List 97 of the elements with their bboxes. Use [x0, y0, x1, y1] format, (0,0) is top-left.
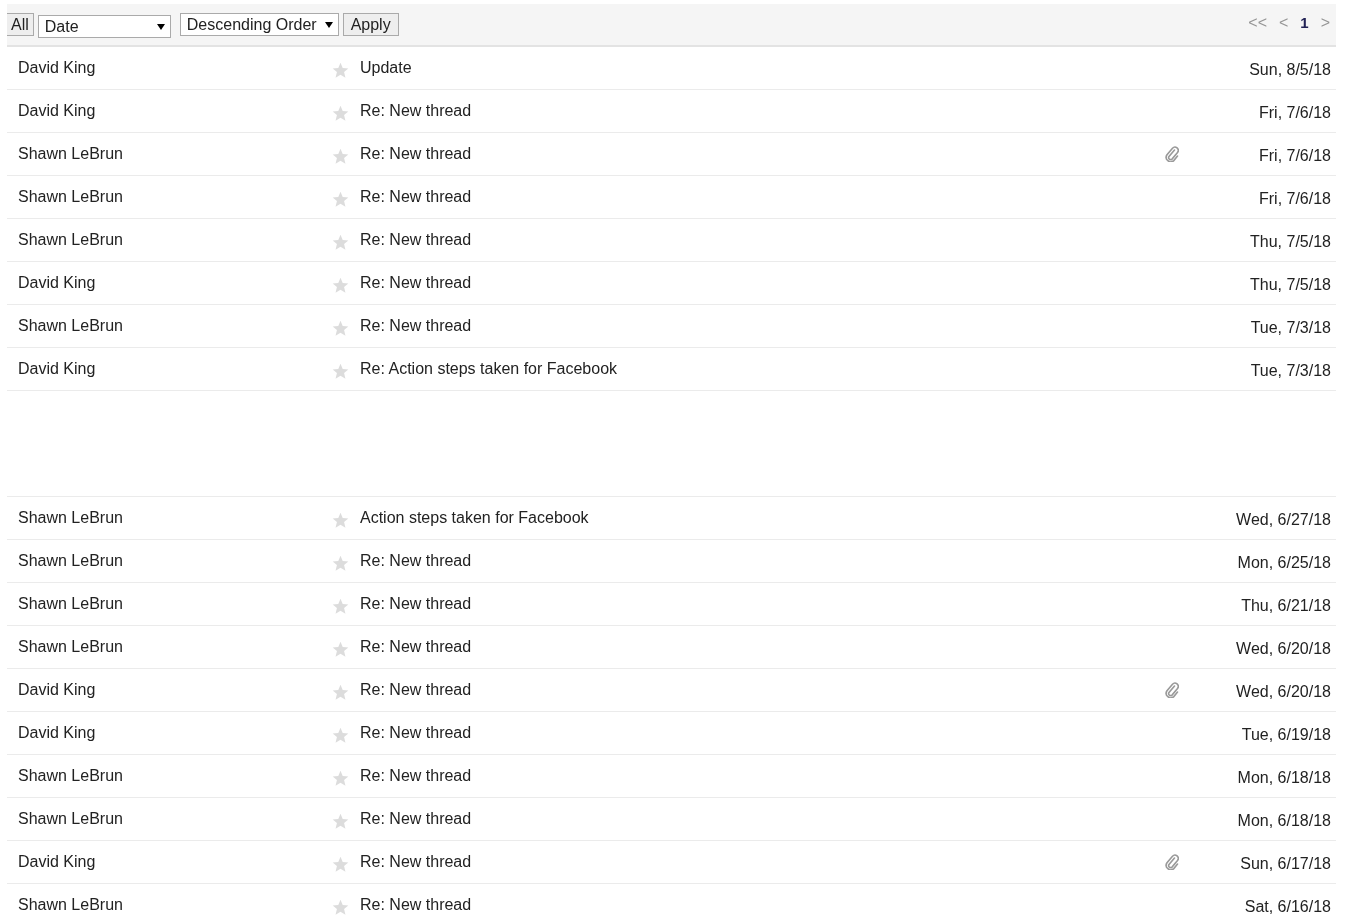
- email-subject: Re: New thread: [360, 595, 473, 613]
- star-icon[interactable]: [332, 233, 349, 251]
- email-date: Tue, 7/3/18: [1249, 319, 1331, 337]
- email-date: Fri, 7/6/18: [1257, 190, 1331, 208]
- email-date: Thu, 6/21/18: [1240, 597, 1331, 615]
- email-row[interactable]: Shawn LeBrun Re: New thread Mon, 6/25/18: [7, 540, 1336, 583]
- email-sender: Shawn LeBrun: [18, 810, 124, 828]
- email-subject: Re: New thread: [360, 896, 473, 914]
- star-icon[interactable]: [332, 190, 349, 208]
- email-date: Fri, 7/6/18: [1257, 104, 1331, 122]
- star-icon[interactable]: [332, 61, 349, 79]
- email-row[interactable]: David King Re: New thread Wed, 6/20/18: [7, 669, 1336, 712]
- email-sender: Shawn LeBrun: [18, 767, 124, 785]
- email-subject: Re: New thread: [360, 724, 473, 742]
- email-date: Wed, 6/20/18: [1235, 640, 1331, 658]
- email-sender: Shawn LeBrun: [18, 509, 124, 527]
- email-date: Tue, 7/3/18: [1249, 362, 1331, 380]
- email-sender: Shawn LeBrun: [18, 595, 124, 613]
- star-icon[interactable]: [332, 769, 349, 787]
- star-icon[interactable]: [332, 511, 349, 529]
- email-date: Sat, 6/16/18: [1243, 898, 1331, 916]
- email-subject: Re: New thread: [360, 638, 473, 656]
- email-row[interactable]: David King Re: New thread Tue, 6/19/18: [7, 712, 1336, 755]
- email-subject: Update: [360, 59, 413, 77]
- email-date: Thu, 7/5/18: [1249, 276, 1331, 294]
- email-sender: Shawn LeBrun: [18, 638, 124, 656]
- email-date: Sun, 6/17/18: [1239, 855, 1331, 873]
- email-date: Mon, 6/25/18: [1236, 554, 1331, 572]
- email-date: Mon, 6/18/18: [1236, 769, 1331, 787]
- star-icon[interactable]: [332, 812, 349, 830]
- email-date: Fri, 7/6/18: [1257, 147, 1331, 165]
- email-row[interactable]: David King Re: New thread Fri, 7/6/18: [7, 90, 1336, 133]
- email-sender: Shawn LeBrun: [18, 317, 124, 335]
- email-row[interactable]: Shawn LeBrun Re: New thread Mon, 6/18/18: [7, 755, 1336, 798]
- email-sender: Shawn LeBrun: [18, 188, 124, 206]
- star-icon[interactable]: [332, 683, 349, 701]
- email-date: Sun, 8/5/18: [1248, 61, 1331, 79]
- email-row[interactable]: Shawn LeBrun Re: New thread Tue, 7/3/18: [7, 305, 1336, 348]
- email-subject: Re: New thread: [360, 681, 473, 699]
- email-sender: David King: [18, 724, 97, 742]
- email-row[interactable]: Shawn LeBrun Re: New thread Fri, 7/6/18: [7, 176, 1336, 219]
- email-sender: David King: [18, 853, 97, 871]
- star-icon[interactable]: [332, 362, 349, 380]
- sort-field-dropdown[interactable]: Date: [37, 15, 171, 38]
- email-subject: Action steps taken for Facebook: [360, 509, 590, 527]
- star-icon[interactable]: [332, 640, 349, 658]
- email-row[interactable]: David King Re: New thread Thu, 7/5/18: [7, 262, 1336, 305]
- email-subject: Re: New thread: [360, 810, 473, 828]
- email-row[interactable]: Shawn LeBrun Re: New thread Sat, 6/16/18: [7, 884, 1336, 916]
- email-subject: Re: New thread: [360, 145, 473, 163]
- email-date: Mon, 6/18/18: [1236, 812, 1331, 830]
- email-date: Tue, 6/19/18: [1240, 726, 1331, 744]
- star-icon[interactable]: [332, 597, 349, 615]
- email-row[interactable]: David King Update Sun, 8/5/18: [7, 47, 1336, 90]
- email-row[interactable]: Shawn LeBrun Re: New thread Wed, 6/20/18: [7, 626, 1336, 669]
- select-all-button[interactable]: All: [7, 13, 34, 36]
- email-date: Wed, 6/20/18: [1235, 683, 1331, 701]
- email-subject: Re: New thread: [360, 231, 473, 249]
- caret-icon: [324, 21, 333, 28]
- star-icon[interactable]: [332, 898, 349, 916]
- email-row[interactable]: Shawn LeBrun Action steps taken for Facebook Wed, 6/27/18: [7, 496, 1336, 540]
- email-subject: Re: New thread: [360, 102, 473, 120]
- sort-order-dropdown[interactable]: Descending Order: [179, 13, 339, 36]
- email-row[interactable]: Shawn LeBrun Re: New thread Fri, 7/6/18: [7, 133, 1336, 176]
- email-row[interactable]: David King Re: Action steps taken for Facebook Tue, 7/3/18: [7, 348, 1336, 391]
- star-icon[interactable]: [332, 554, 349, 572]
- email-row[interactable]: Shawn LeBrun Re: New thread Thu, 6/21/18: [7, 583, 1336, 626]
- email-sender: Shawn LeBrun: [18, 896, 124, 914]
- caret-icon: [156, 23, 165, 30]
- email-date: Thu, 7/5/18: [1249, 233, 1331, 251]
- apply-button[interactable]: Apply: [342, 13, 399, 36]
- email-subject: Re: New thread: [360, 853, 473, 871]
- email-sender: David King: [18, 59, 97, 77]
- email-subject: Re: New thread: [360, 188, 473, 206]
- star-icon[interactable]: [332, 319, 349, 337]
- star-icon[interactable]: [332, 276, 349, 294]
- email-sender: David King: [18, 102, 97, 120]
- email-subject: Re: New thread: [360, 317, 473, 335]
- email-sender: Shawn LeBrun: [18, 552, 124, 570]
- email-date: Wed, 6/27/18: [1235, 511, 1331, 529]
- email-subject: Re: New thread: [360, 767, 473, 785]
- email-sender: David King: [18, 360, 97, 378]
- page-number[interactable]: 1: [1300, 14, 1309, 31]
- email-subject: Re: New thread: [360, 552, 473, 570]
- email-row[interactable]: Shawn LeBrun Re: New thread Mon, 6/18/18: [7, 798, 1336, 841]
- star-icon[interactable]: [332, 104, 349, 122]
- email-sender: Shawn LeBrun: [18, 231, 124, 249]
- email-sender: David King: [18, 274, 97, 292]
- email-sender: David King: [18, 681, 97, 699]
- star-icon[interactable]: [332, 855, 349, 873]
- star-icon[interactable]: [332, 726, 349, 744]
- star-icon[interactable]: [332, 147, 349, 165]
- email-row[interactable]: Shawn LeBrun Re: New thread Thu, 7/5/18: [7, 219, 1336, 262]
- email-subject: Re: New thread: [360, 274, 473, 292]
- email-subject: Re: Action steps taken for Facebook: [360, 360, 619, 378]
- email-row[interactable]: David King Re: New thread Sun, 6/17/18: [7, 841, 1336, 884]
- email-sender: Shawn LeBrun: [18, 145, 124, 163]
